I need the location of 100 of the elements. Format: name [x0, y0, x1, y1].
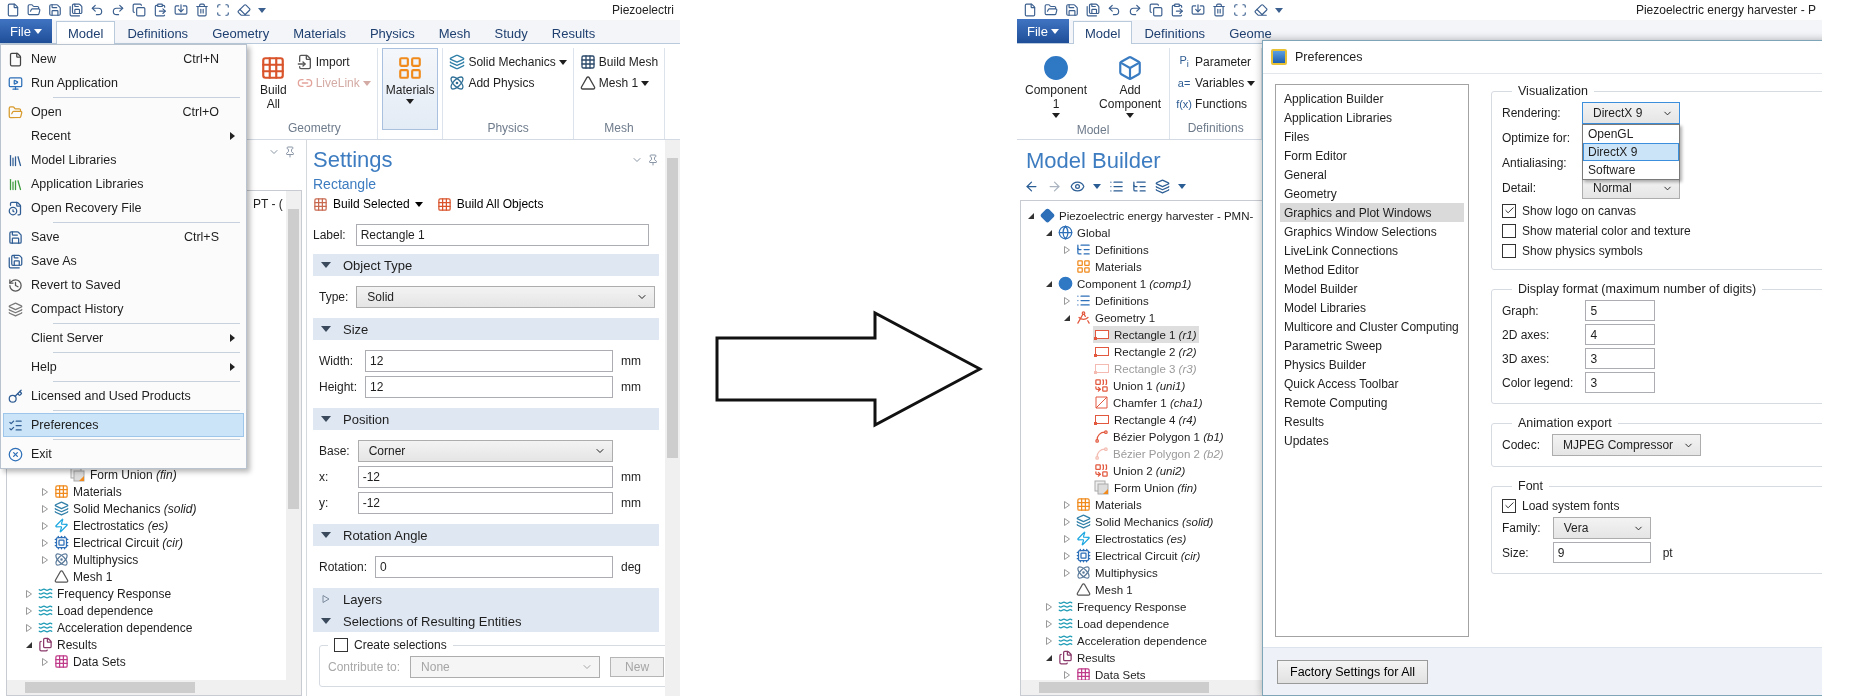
tree-item[interactable]: Form Union (fin) [1093, 479, 1201, 496]
factory-settings-button[interactable]: Factory Settings for All [1277, 659, 1429, 684]
back-icon[interactable] [1024, 178, 1039, 194]
expand-toggle-icon[interactable] [1043, 634, 1055, 647]
expand-toggle-icon[interactable] [39, 502, 51, 515]
menu-item[interactable]: Compact History [3, 297, 244, 321]
category-item[interactable]: Results [1280, 412, 1464, 431]
ribbon-tab[interactable]: Definitions [115, 21, 201, 44]
tree-item[interactable]: Multiphysics [1075, 564, 1161, 581]
ribbon-tab[interactable]: Model [1073, 21, 1133, 44]
text-input[interactable]: 12 [365, 376, 613, 398]
text-input[interactable]: -12 [357, 466, 613, 488]
menu-item[interactable]: Run Application [3, 71, 244, 95]
menu-item[interactable]: Preferences [3, 413, 244, 437]
import-icon[interactable] [174, 3, 188, 17]
tree-item[interactable]: Chamfer 1 (cha1) [1093, 394, 1206, 411]
menu-item[interactable]: Open Recovery File [3, 196, 244, 220]
menu-item[interactable]: Client Server [3, 326, 244, 350]
ribbon-tab[interactable]: Geome [1217, 21, 1284, 44]
scrollbar-thumb[interactable] [667, 158, 678, 458]
category-item[interactable]: Graphics Window Selections [1280, 222, 1464, 241]
ribbon-tab[interactable]: Definitions [1132, 21, 1218, 44]
trash-icon[interactable] [1212, 3, 1226, 17]
text-input[interactable]: 3 [1585, 372, 1656, 393]
menu-item[interactable]: Help [3, 355, 244, 379]
list-icon[interactable] [1109, 178, 1124, 194]
ribbon-tab[interactable]: Geometry [200, 21, 282, 44]
expand-toggle-icon[interactable] [39, 536, 51, 549]
pin-icon[interactable] [284, 146, 296, 158]
tree-item[interactable]: Materials [1075, 258, 1145, 275]
tree-icon[interactable] [1132, 178, 1147, 194]
text-input[interactable]: 4 [1585, 324, 1656, 345]
redo-icon[interactable] [1128, 3, 1142, 17]
expand-toggle-icon[interactable] [1061, 515, 1073, 528]
file-menu-button[interactable]: File [0, 19, 52, 43]
category-item[interactable]: LiveLink Connections [1280, 241, 1464, 260]
section-header[interactable]: Rotation Angle [313, 524, 659, 546]
tree-item[interactable]: Geometry 1 [1075, 309, 1159, 326]
menu-item[interactable]: Open Ctrl+O [3, 100, 244, 124]
ribbon-tab[interactable]: Study [482, 21, 540, 44]
section-header[interactable]: Object Type [313, 254, 659, 276]
save-icon[interactable] [1065, 3, 1079, 17]
copy-icon[interactable] [1149, 3, 1163, 17]
section-header[interactable]: Size [313, 318, 659, 340]
text-input[interactable]: -12 [357, 492, 613, 514]
text-input[interactable]: Rectangle 1 [355, 224, 649, 246]
expand-toggle-icon[interactable] [1061, 549, 1073, 562]
category-item[interactable]: Physics Builder [1280, 355, 1464, 374]
tree-item[interactable]: Results [37, 636, 100, 653]
expand-toggle-icon[interactable] [39, 519, 51, 532]
checkbox[interactable] [1502, 243, 1516, 258]
category-item[interactable]: Multicore and Cluster Computing [1280, 317, 1464, 336]
dropdown[interactable]: DirectX 9 [1582, 102, 1680, 124]
menu-item[interactable]: New Ctrl+N [3, 47, 244, 71]
dropdown[interactable]: Vera [1552, 517, 1651, 539]
tree-item[interactable]: Union 1 (uni1) [1093, 377, 1189, 394]
tree-item[interactable]: Materials [53, 483, 125, 500]
expand-toggle-icon[interactable] [39, 553, 51, 566]
checkbox[interactable] [334, 638, 348, 652]
tree-item[interactable]: Solid Mechanics (solid) [1075, 513, 1217, 530]
menu-item[interactable]: Save Ctrl+S [3, 225, 244, 249]
category-item[interactable]: Model Libraries [1280, 298, 1464, 317]
tree-item[interactable]: Mesh 1 [53, 568, 116, 585]
expand-toggle-icon[interactable] [39, 485, 51, 498]
expand-toggle-icon[interactable] [1061, 532, 1073, 545]
expand-toggle-icon[interactable] [1061, 668, 1073, 680]
category-item[interactable]: Graphics and Plot Windows [1280, 203, 1464, 222]
save-as-icon[interactable] [69, 3, 83, 17]
toolbar-button[interactable]: Build Selected [313, 196, 423, 212]
tree-item[interactable]: Rectangle 2 (r2) [1093, 343, 1200, 360]
checkbox[interactable] [1502, 498, 1516, 513]
tree-item[interactable]: Acceleration dependence [1057, 632, 1210, 649]
expand-toggle-icon[interactable] [23, 587, 35, 600]
menu-item[interactable]: Licensed and Used Products [3, 384, 244, 408]
category-item[interactable]: Application Libraries [1280, 108, 1464, 127]
paste-icon[interactable] [153, 3, 167, 17]
tree-item[interactable]: Frequency Response [1057, 598, 1190, 615]
tree-item[interactable]: Electrical Circuit (cir) [1075, 547, 1204, 564]
new-file-icon[interactable] [1023, 3, 1037, 17]
ribbon-tab[interactable]: Model [56, 21, 116, 44]
save-icon[interactable] [48, 3, 62, 17]
expand-toggle-icon[interactable] [23, 604, 35, 617]
eye-icon[interactable] [1070, 178, 1085, 194]
tree-item[interactable]: Electrostatics (es) [1075, 530, 1190, 547]
ribbon-button[interactable]: Component 1 [1021, 48, 1092, 123]
text-input[interactable]: 0 [375, 556, 613, 578]
tree-item[interactable]: Piezoelectric energy harvester - PMN- [1039, 207, 1257, 224]
category-item[interactable]: Model Builder [1280, 279, 1464, 298]
dropdown-option[interactable]: OpenGL [1583, 125, 1679, 143]
vertical-scrollbar[interactable] [286, 191, 301, 680]
ribbon-tab[interactable]: Results [539, 21, 608, 44]
text-input[interactable]: 12 [365, 350, 613, 372]
ribbon-button[interactable]: Add Component [1095, 48, 1166, 123]
ribbon-button[interactable]: f(x) Functions [1174, 94, 1258, 114]
category-item[interactable]: Application Builder [1280, 89, 1464, 108]
category-item[interactable]: Quick Access Toolbar [1280, 374, 1464, 393]
eraser-icon[interactable] [237, 3, 251, 17]
redo-icon[interactable] [111, 3, 125, 17]
toolbar-button[interactable]: Build All Objects [436, 196, 544, 212]
expand-toggle-icon[interactable] [1061, 498, 1073, 511]
